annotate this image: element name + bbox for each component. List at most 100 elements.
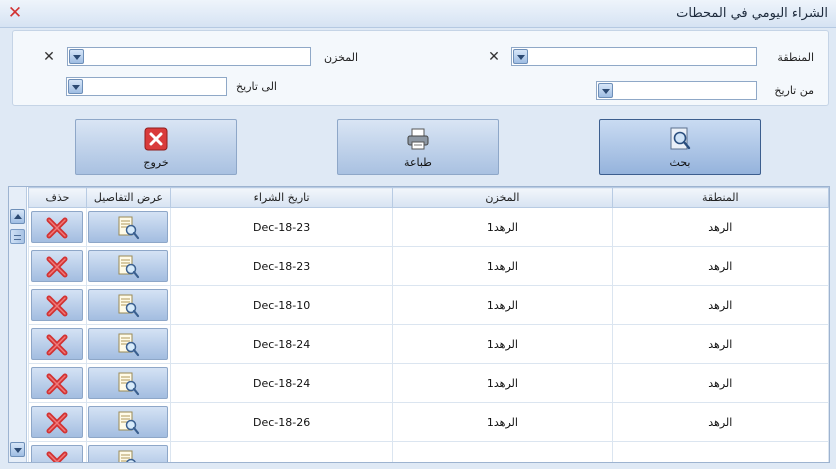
purchase-date-cell: Dec-18-24 xyxy=(169,363,394,403)
clear-warehouse-icon[interactable]: ✕ xyxy=(42,50,56,64)
printer-icon xyxy=(407,128,429,150)
delete-cell xyxy=(28,324,87,364)
table-row[interactable]: Dec-18-23 الرهد1 الرهد xyxy=(28,207,829,247)
details-cell xyxy=(85,441,171,462)
region-cell: الرهد xyxy=(611,363,829,403)
delete-cell xyxy=(28,246,87,286)
chevron-down-icon[interactable] xyxy=(598,83,613,98)
exit-button[interactable]: خروج xyxy=(75,119,237,175)
region-label: المنطقة xyxy=(777,51,814,64)
view-details-button[interactable] xyxy=(88,211,169,243)
details-icon xyxy=(118,411,140,435)
print-button[interactable]: طباعة xyxy=(337,119,499,175)
from-date-picker[interactable] xyxy=(596,81,757,100)
col-header-date[interactable]: تاريخ الشراء xyxy=(169,187,394,208)
view-details-button[interactable] xyxy=(88,328,169,360)
table-row[interactable]: Dec-18-10 الرهد1 الرهد xyxy=(28,285,829,325)
details-cell xyxy=(85,285,171,325)
vertical-scrollbar[interactable] xyxy=(9,187,27,462)
search-button[interactable]: بحث xyxy=(599,119,761,175)
delete-cell xyxy=(28,441,87,462)
results-table: حذف عرض التفاصيل تاريخ الشراء المخزن الم… xyxy=(28,187,829,462)
delete-row-button[interactable] xyxy=(31,289,84,321)
warehouse-cell: الرهد1 xyxy=(392,402,613,442)
to-date-label: الى تاريخ xyxy=(236,80,277,93)
close-icon[interactable]: ✕ xyxy=(6,4,24,22)
search-label: بحث xyxy=(669,156,691,169)
purchase-date-cell: Dec-18-10 xyxy=(169,285,394,325)
view-details-button[interactable] xyxy=(88,406,169,438)
col-header-details[interactable]: عرض التفاصيل xyxy=(85,187,171,208)
warehouse-combo[interactable] xyxy=(67,47,311,66)
table-body: Dec-18-23 الرهد1 الرهد Dec-18-23 الرهد1 الرهد… xyxy=(28,207,829,462)
region-cell: الرهد xyxy=(611,324,829,364)
window-title: الشراء اليومي في المحطات xyxy=(676,6,828,21)
region-combo[interactable] xyxy=(511,47,757,66)
purchase-date-cell: Dec-18-26 xyxy=(169,402,394,442)
region-cell: الرهد xyxy=(611,207,829,247)
details-cell xyxy=(85,207,171,247)
table-header-row: حذف عرض التفاصيل تاريخ الشراء المخزن الم… xyxy=(28,187,829,208)
details-icon xyxy=(118,333,140,357)
details-icon xyxy=(118,255,140,279)
delete-row-button[interactable] xyxy=(31,250,84,282)
chevron-down-icon[interactable] xyxy=(513,49,528,64)
delete-row-button[interactable] xyxy=(31,367,84,399)
delete-icon xyxy=(46,295,68,317)
delete-row-button[interactable] xyxy=(31,328,84,360)
results-grid: حذف عرض التفاصيل تاريخ الشراء المخزن الم… xyxy=(8,186,830,463)
warehouse-cell: الرهد1 xyxy=(392,246,613,286)
details-icon xyxy=(118,216,140,240)
details-cell xyxy=(85,246,171,286)
table-row[interactable]: Dec-18-26 الرهد1 الرهد xyxy=(28,402,829,442)
region-cell: الرهد xyxy=(611,246,829,286)
purchase-date-cell xyxy=(169,441,394,462)
delete-cell xyxy=(28,207,87,247)
from-date-label: من تاريخ xyxy=(774,84,814,97)
table-row[interactable] xyxy=(28,441,829,462)
details-icon xyxy=(118,294,140,318)
col-header-region[interactable]: المنطقة xyxy=(611,187,829,208)
view-details-button[interactable] xyxy=(88,250,169,282)
delete-icon xyxy=(46,256,68,278)
warehouse-cell: الرهد1 xyxy=(392,285,613,325)
delete-icon xyxy=(46,334,68,356)
details-cell xyxy=(85,363,171,403)
exit-icon xyxy=(144,127,168,151)
title-bar: ✕ الشراء اليومي في المحطات xyxy=(0,0,836,28)
view-details-button[interactable] xyxy=(88,367,169,399)
delete-icon xyxy=(46,451,68,462)
col-header-warehouse[interactable]: المخزن xyxy=(392,187,613,208)
delete-icon xyxy=(46,217,68,239)
clear-region-icon[interactable]: ✕ xyxy=(487,50,501,64)
warehouse-label: المخزن xyxy=(323,51,358,64)
scroll-thumb[interactable] xyxy=(10,229,25,244)
print-label: طباعة xyxy=(404,156,432,169)
details-icon xyxy=(118,372,140,396)
delete-icon xyxy=(46,373,68,395)
search-icon xyxy=(670,127,691,150)
view-details-button[interactable] xyxy=(88,289,169,321)
chevron-down-icon[interactable] xyxy=(69,49,84,64)
delete-cell xyxy=(28,402,87,442)
scroll-down-icon[interactable] xyxy=(10,442,25,457)
purchase-date-cell: Dec-18-23 xyxy=(169,246,394,286)
delete-row-button[interactable] xyxy=(31,406,84,438)
region-cell xyxy=(611,441,829,462)
details-cell xyxy=(85,402,171,442)
delete-row-button[interactable] xyxy=(31,211,84,243)
chevron-down-icon[interactable] xyxy=(68,79,83,94)
warehouse-cell: الرهد1 xyxy=(392,207,613,247)
table-row[interactable]: Dec-18-23 الرهد1 الرهد xyxy=(28,246,829,286)
col-header-delete[interactable]: حذف xyxy=(28,187,87,208)
table-row[interactable]: Dec-18-24 الرهد1 الرهد xyxy=(28,324,829,364)
warehouse-cell xyxy=(392,441,613,462)
warehouse-cell: الرهد1 xyxy=(392,324,613,364)
delete-row-button[interactable] xyxy=(31,445,84,462)
view-details-button[interactable] xyxy=(88,445,169,462)
to-date-picker[interactable] xyxy=(66,77,227,96)
region-cell: الرهد xyxy=(611,285,829,325)
scroll-up-icon[interactable] xyxy=(10,209,25,224)
table-row[interactable]: Dec-18-24 الرهد1 الرهد xyxy=(28,363,829,403)
details-cell xyxy=(85,324,171,364)
